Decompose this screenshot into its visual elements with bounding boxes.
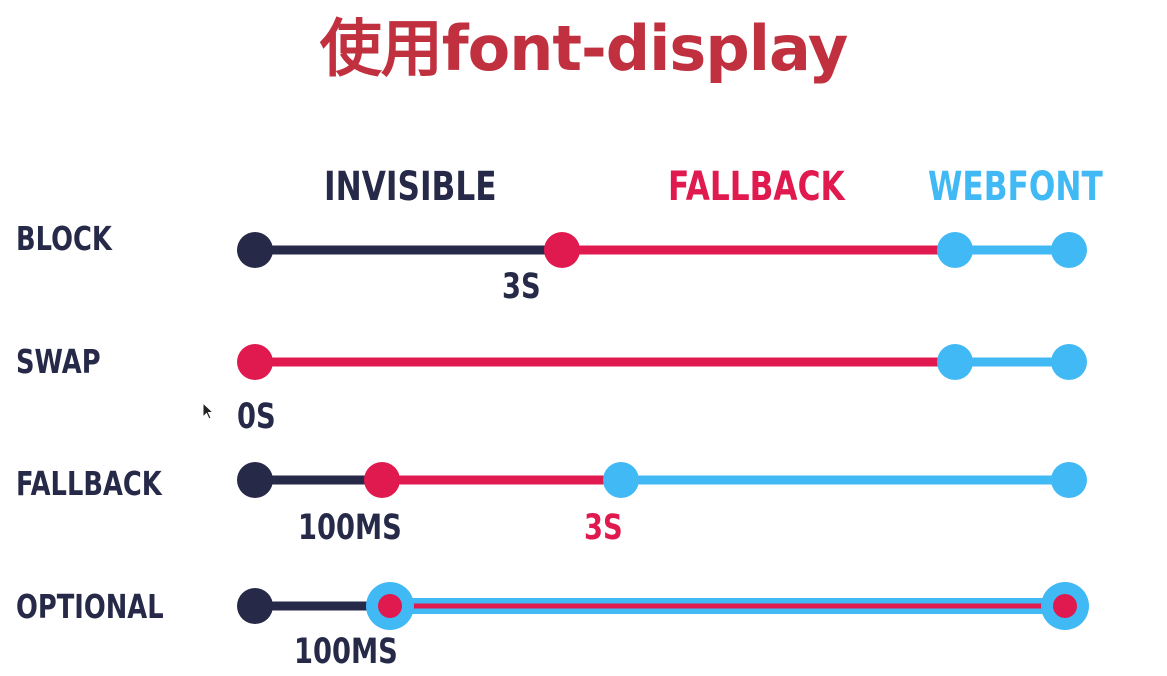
point-webfont [937,232,973,268]
point-start [237,232,273,268]
point-start [237,588,273,624]
point-webfont [937,344,973,380]
point-webfont [603,462,639,498]
point-end [1051,462,1087,498]
point-fallback [364,462,400,498]
point-end [1051,232,1087,268]
timeline-block [237,232,1087,268]
mouse-cursor-icon [202,402,215,420]
point-fallback [544,232,580,268]
point-end [1053,594,1077,618]
timeline-fallback [237,462,1087,498]
point-fallback [378,594,402,618]
point-end [1051,344,1087,380]
timeline-diagram [237,232,1089,630]
point-start [237,462,273,498]
point-start [237,344,273,380]
timeline-optional [237,582,1089,630]
timeline-swap [237,344,1087,380]
